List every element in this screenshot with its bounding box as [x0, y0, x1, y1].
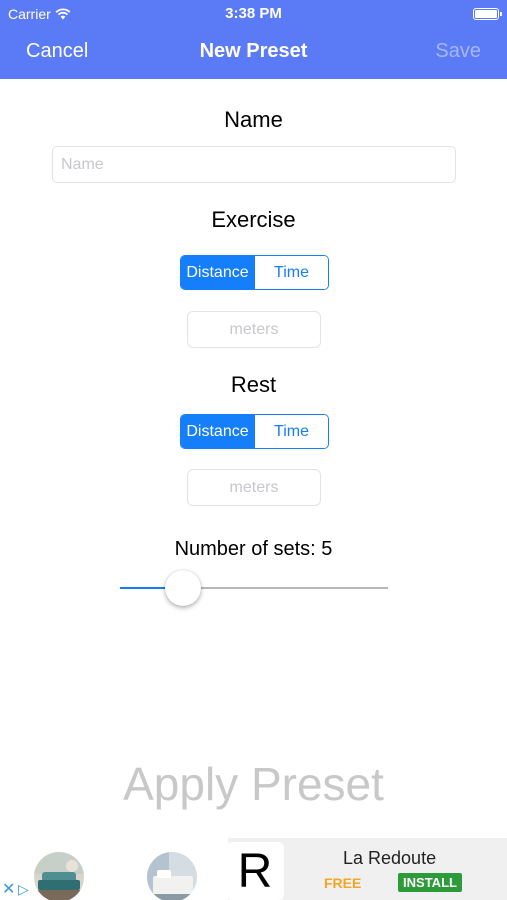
exercise-segmented-control: Distance Time [180, 255, 329, 290]
exercise-segment-time[interactable]: Time [254, 256, 328, 289]
save-button[interactable]: Save [435, 40, 481, 63]
sets-slider[interactable] [120, 568, 388, 608]
navigation-bar: Carrier 3:38 PM Cancel New Preset Save [0, 0, 507, 79]
status-time: 3:38 PM [225, 5, 282, 22]
ad-banner[interactable]: R La Redoute FREE INSTALL ✕ ▷ [0, 838, 507, 900]
slider-thumb[interactable] [164, 570, 201, 606]
rest-heading: Rest [230, 372, 277, 397]
rest-segment-distance[interactable]: Distance [181, 415, 254, 448]
ad-bedroom-image[interactable] [147, 852, 197, 900]
rest-segmented-control: Distance Time [180, 414, 329, 449]
status-bar: Carrier 3:38 PM [0, 0, 507, 28]
exercise-meters-input[interactable] [187, 311, 321, 348]
ad-close-icon[interactable]: ✕ [2, 882, 15, 898]
page-title: New Preset [199, 40, 308, 62]
ad-brand-name: La Redoute [343, 848, 437, 868]
apply-preset-button[interactable]: Apply Preset [0, 757, 507, 811]
exercise-heading: Exercise [211, 207, 296, 232]
name-heading: Name [224, 107, 283, 132]
ad-room-image[interactable] [34, 852, 84, 900]
ad-choices-icon[interactable]: ▷ [18, 881, 29, 897]
rest-segment-time[interactable]: Time [254, 415, 328, 448]
battery-icon [473, 8, 502, 20]
name-input[interactable] [52, 146, 456, 183]
rest-meters-input[interactable] [187, 469, 321, 506]
nav-row: Cancel New Preset Save [0, 38, 507, 68]
sets-label: Number of sets: 5 [174, 538, 333, 560]
ad-free-label: FREE [324, 875, 362, 891]
ad-install-button[interactable]: INSTALL [398, 873, 462, 892]
ad-logo[interactable]: R [226, 842, 284, 900]
exercise-segment-distance[interactable]: Distance [181, 256, 254, 289]
